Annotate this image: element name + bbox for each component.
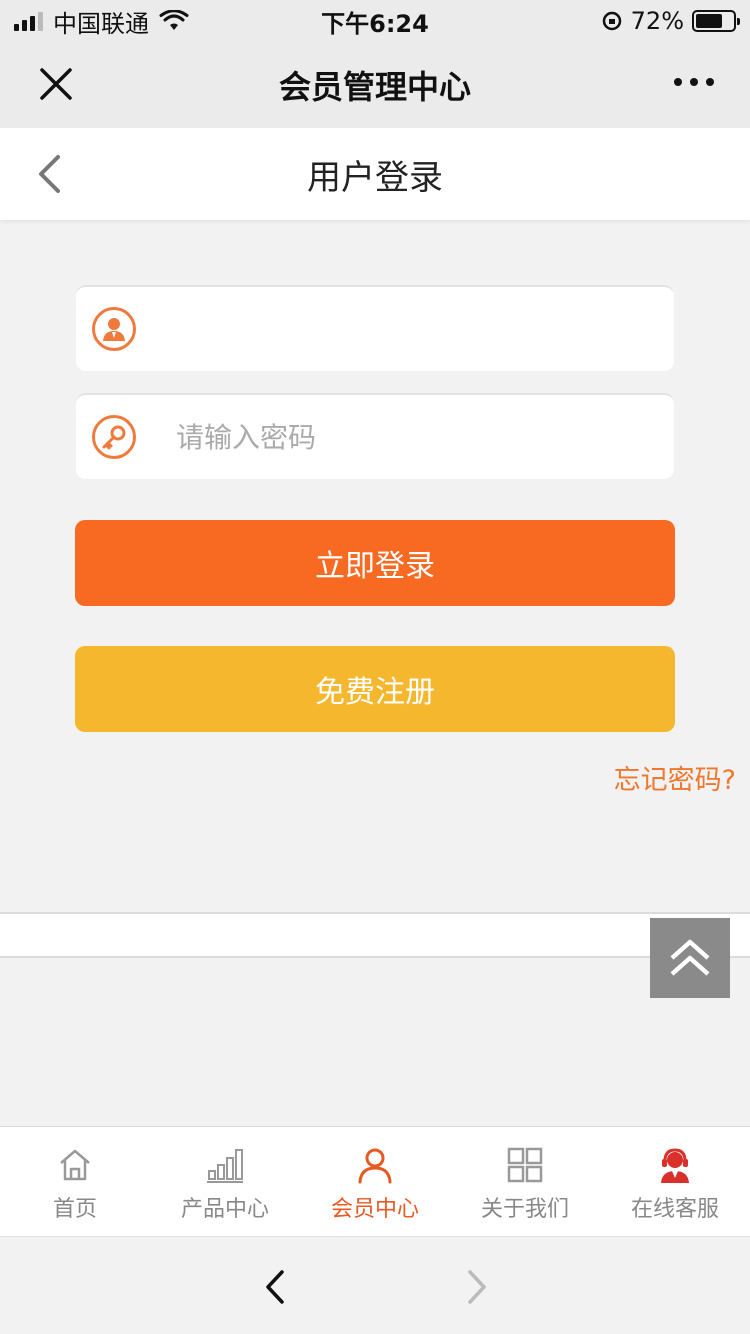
user-avatar-icon (92, 307, 136, 351)
grid-icon (507, 1147, 543, 1183)
browser-back-icon[interactable] (262, 1269, 288, 1305)
forgot-password-link[interactable]: 忘记密码? (614, 758, 736, 797)
home-icon (60, 1149, 90, 1181)
rotation-lock-icon (602, 11, 621, 31)
nav-item-home[interactable]: 首页 (0, 1127, 150, 1236)
nav-label: 在线客服 (630, 1197, 719, 1222)
bar-chart-icon (207, 1149, 243, 1183)
status-left: 中国联通 (14, 4, 189, 39)
wechat-title: 会员管理中心 (278, 68, 471, 106)
customer-service-icon (661, 1148, 689, 1183)
close-icon[interactable] (38, 66, 74, 102)
page-header: 用户登录 (0, 128, 750, 220)
footer-band (0, 912, 750, 958)
password-input[interactable] (176, 407, 656, 467)
status-bar: 中国联通 下午6:24 72% (0, 0, 750, 42)
nav-item-about[interactable]: 关于我们 (450, 1127, 600, 1236)
user-icon (358, 1148, 392, 1184)
carrier-label: 中国联通 (53, 9, 149, 38)
signal-icon (14, 11, 43, 31)
back-to-top-button[interactable] (650, 918, 730, 998)
browser-toolbar (0, 1236, 750, 1334)
browser-forward-icon[interactable] (464, 1269, 490, 1305)
battery-icon (692, 10, 740, 32)
more-icon[interactable] (674, 78, 714, 86)
status-right: 72% (601, 7, 740, 35)
nav-item-service[interactable]: 在线客服 (600, 1127, 750, 1236)
nav-label: 关于我们 (480, 1197, 569, 1222)
nav-label: 产品中心 (180, 1197, 269, 1222)
nav-item-products[interactable]: 产品中心 (150, 1127, 300, 1236)
login-button-label: 立即登录 (315, 549, 435, 584)
battery-percent: 72% (630, 7, 684, 35)
wifi-icon (159, 10, 189, 30)
page-title: 用户登录 (307, 157, 443, 198)
username-field[interactable] (76, 285, 674, 371)
login-button[interactable]: 立即登录 (75, 520, 675, 606)
double-chevron-up-icon (670, 939, 710, 976)
register-button[interactable]: 免费注册 (75, 646, 675, 732)
back-icon[interactable] (36, 154, 62, 194)
wechat-header: 会员管理中心 (0, 42, 750, 128)
password-field[interactable] (76, 393, 674, 479)
username-input[interactable] (176, 299, 656, 359)
nav-label: 会员中心 (330, 1197, 419, 1222)
bottom-nav: 首页 产品中心 会员中心 关于我们 在线客服 (0, 1126, 750, 1236)
register-button-label: 免费注册 (315, 675, 435, 710)
nav-item-member[interactable]: 会员中心 (300, 1127, 450, 1236)
key-icon (92, 415, 136, 459)
nav-label: 首页 (52, 1197, 97, 1222)
